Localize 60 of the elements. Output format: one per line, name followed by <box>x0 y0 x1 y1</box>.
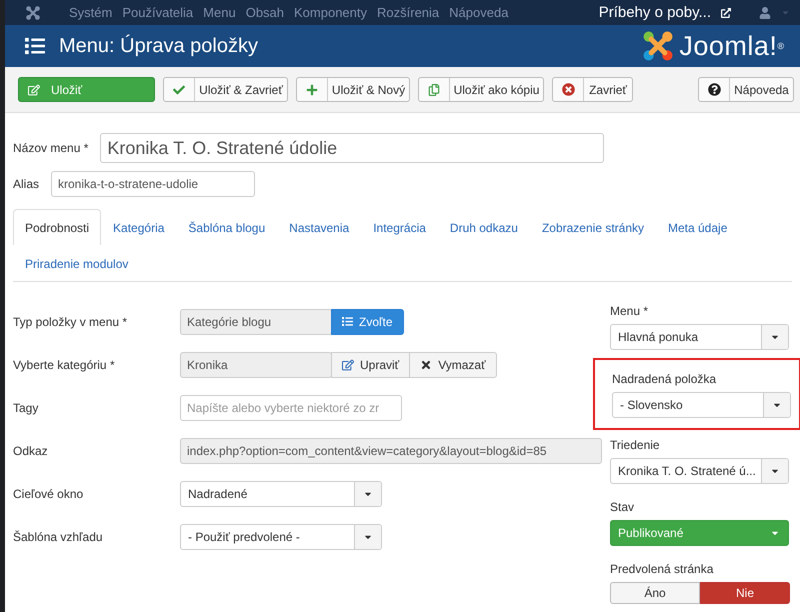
select-field[interactable]: Nadradené <box>180 480 382 506</box>
check-icon <box>173 84 185 96</box>
field-label: Názov menu * <box>13 141 88 155</box>
site-link[interactable]: Príbehy o poby... <box>598 4 711 22</box>
select-button[interactable]: Zvoľte <box>331 308 404 334</box>
field-label: Stav <box>610 500 636 514</box>
close-icon <box>562 83 574 96</box>
trademark-mark: ® <box>777 41 784 52</box>
edit-icon <box>28 84 40 96</box>
plus-icon <box>306 84 318 96</box>
field-label: Tagy <box>13 400 40 414</box>
select-field[interactable]: - Použiť predvolené - <box>180 524 382 550</box>
field-label: Predvolená stránka <box>610 562 714 576</box>
user-icon[interactable] <box>759 6 771 19</box>
field-label: Cieľové okno <box>13 486 84 500</box>
input-field[interactable]: Kronika <box>180 352 332 378</box>
edit-icon <box>342 358 354 370</box>
menu-item[interactable]: Obsah <box>246 5 284 20</box>
menu-item[interactable]: Komponenty <box>294 5 368 20</box>
alias-field[interactable]: kronika-t-o-stratene-udolie <box>51 171 256 197</box>
toggle-option[interactable]: Nie <box>700 582 790 604</box>
toggle-option[interactable]: Áno <box>610 582 700 604</box>
menu-item[interactable]: Systém <box>69 5 112 20</box>
toolbar-button[interactable]: Zavrieť <box>552 77 633 102</box>
menu-icon <box>25 36 45 56</box>
tags-field[interactable]: Napíšte alebo vyberte niektoré zo zr <box>180 394 402 420</box>
field-label: Nadradená položka <box>612 372 718 386</box>
close-icon <box>420 358 432 370</box>
menu-item[interactable]: Menu <box>203 5 236 20</box>
logo-icon <box>641 29 676 64</box>
edit-button[interactable]: Upraviť <box>331 352 410 378</box>
field-label: Triedenie <box>610 438 661 452</box>
menu-item[interactable]: Nápoveda <box>449 5 508 20</box>
menu-item[interactable]: Rozšírenia <box>377 5 440 20</box>
field-label: Šablóna vzhľadu <box>13 530 104 544</box>
link-field[interactable]: index.php?option=com_content&view=category&layout=blog&id=85 <box>180 438 602 464</box>
page-title: Menu: Úprava položky <box>59 34 258 58</box>
toolbar-button[interactable]: Nápoveda <box>698 77 794 102</box>
clear-button[interactable]: Vymazať <box>409 352 497 378</box>
field-label: Odkaz <box>13 444 49 458</box>
menu-item[interactable]: Používatelia <box>122 5 194 20</box>
select-field[interactable]: Kronika T. O. Stratené ú... <box>610 458 789 484</box>
select-field[interactable]: Hlavná ponuka <box>610 324 789 350</box>
field-label: Vyberte kategóriu * <box>13 358 116 372</box>
field-label: Typ položky v menu * <box>13 314 128 328</box>
toolbar-button[interactable]: Uložiť & Nový <box>296 77 410 102</box>
field-label: Menu * <box>610 304 650 318</box>
help-icon <box>708 83 720 96</box>
joomla-icon <box>25 4 41 21</box>
title-field[interactable]: Kronika T. O. Stratené údolie <box>100 133 604 163</box>
select-field[interactable]: - Slovensko <box>612 392 791 418</box>
external-link-icon <box>721 8 731 18</box>
list-icon <box>342 316 353 327</box>
toolbar-button[interactable]: Uložiť ako kópiu <box>418 77 544 102</box>
input-field[interactable]: Kategórie blogu <box>180 308 332 334</box>
toolbar-button[interactable]: Uložiť & Zavrieť <box>163 77 288 102</box>
copy-icon <box>428 84 440 96</box>
logo-text: Joomla! <box>679 30 778 62</box>
tab[interactable]: Podrobnosti <box>13 209 102 245</box>
field-label: Alias <box>13 177 40 191</box>
